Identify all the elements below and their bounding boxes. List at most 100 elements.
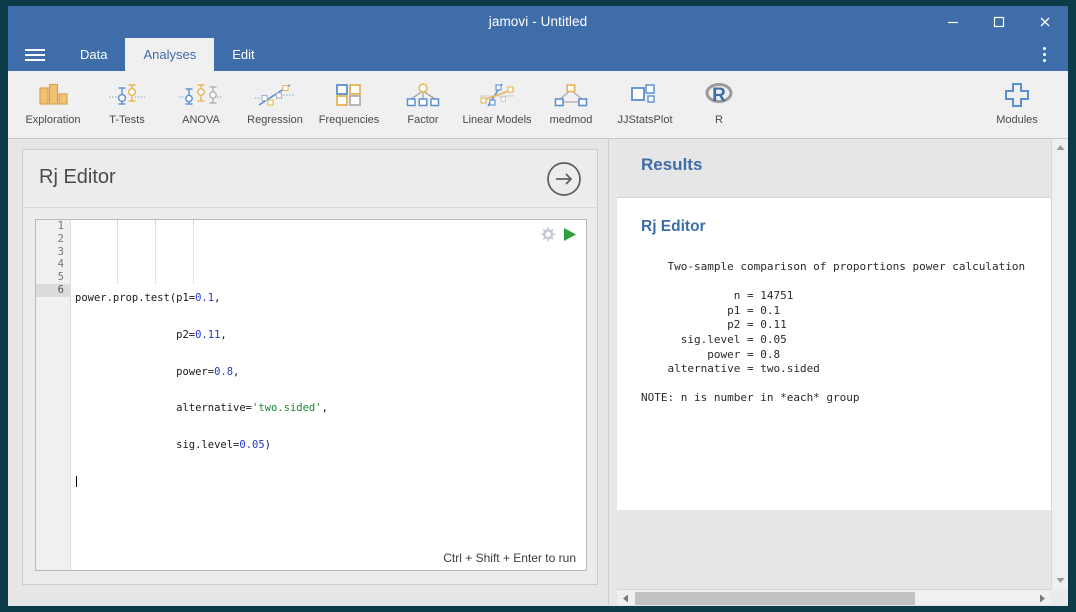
ribbon-label: Modules: [996, 114, 1038, 126]
caret-up-icon: [1056, 145, 1065, 150]
analyses-ribbon: Exploration T-Tests ANOVA Regression Fre…: [8, 71, 1068, 139]
editor-settings-button[interactable]: [539, 226, 556, 248]
tab-analyses[interactable]: Analyses: [125, 38, 215, 71]
regression-icon: [254, 77, 296, 113]
line-number: 2: [57, 232, 64, 245]
tab-data[interactable]: Data: [62, 38, 125, 71]
ribbon-label: medmod: [549, 114, 593, 126]
scrollbar-corner: [1051, 589, 1068, 606]
ribbon-label: Linear Models: [462, 114, 532, 126]
analysis-options-pane: Rj Editor 1 2 3 4 5 6 power.prop.test(p1…: [8, 139, 608, 606]
tab-edit[interactable]: Edit: [214, 38, 272, 71]
ribbon-button-regression[interactable]: Regression: [238, 71, 312, 137]
svg-text:R: R: [712, 85, 726, 106]
results-output-text: Two-sample comparison of proportions pow…: [641, 260, 1026, 405]
code-string: 'two.sided': [252, 402, 322, 415]
results-pane: Results Rj Editor Two-sample comparison …: [617, 139, 1068, 606]
scroll-up-button[interactable]: [1052, 139, 1068, 156]
code-text-pre: power=: [75, 365, 215, 378]
close-button[interactable]: [1022, 6, 1068, 38]
line-number: 1: [57, 220, 64, 232]
minimize-button[interactable]: [930, 6, 976, 38]
kebab-menu-icon: [1042, 47, 1046, 50]
title-bar: jamovi - Untitled: [8, 6, 1068, 38]
bar-chart-icon: [36, 77, 70, 113]
arrow-right-circle-icon: [547, 162, 581, 196]
line-number: 3: [57, 245, 64, 258]
ribbon-label: T-Tests: [109, 114, 145, 126]
results-horizontal-scrollbar[interactable]: [617, 589, 1051, 606]
overflow-menu-button[interactable]: [1030, 38, 1058, 71]
code-number: 0.05: [239, 439, 265, 452]
results-content[interactable]: Rj Editor Two-sample comparison of propo…: [617, 198, 1051, 510]
scroll-left-button[interactable]: [617, 590, 634, 606]
code-text-post: ): [264, 439, 271, 452]
run-code-button[interactable]: [562, 226, 578, 248]
medmod-icon: [553, 77, 589, 113]
play-icon: [564, 228, 576, 241]
ribbon-button-medmod[interactable]: medmod: [534, 71, 608, 137]
results-analysis-title: Rj Editor: [641, 218, 706, 235]
ribbon-label: Exploration: [25, 114, 81, 126]
indent-guide: [193, 220, 195, 284]
tab-strip: Data Analyses Edit: [8, 38, 1068, 71]
scroll-down-button[interactable]: [1052, 572, 1068, 589]
ribbon-button-linear-models[interactable]: Linear Models: [460, 71, 534, 137]
code-line: p2=0.11,: [72, 329, 586, 342]
hamburger-menu-button[interactable]: [8, 38, 62, 71]
code-number: 0.8: [214, 365, 234, 378]
ribbon-label: JJStatsPlot: [617, 114, 673, 126]
rj-editor-panel: Rj Editor 1 2 3 4 5 6 power.prop.test(p1…: [22, 149, 598, 585]
gear-icon: [541, 227, 556, 242]
ribbon-button-frequencies[interactable]: Frequencies: [312, 71, 386, 137]
ribbon-button-anova[interactable]: ANOVA: [164, 71, 238, 137]
factor-icon: [405, 77, 441, 113]
frequencies-icon: [334, 77, 364, 113]
window-controls: [930, 6, 1068, 38]
run-hint-text: Ctrl + Shift + Enter to run: [443, 551, 576, 565]
text-cursor: [76, 475, 77, 487]
code-number: 0.11: [195, 328, 221, 341]
scroll-right-button[interactable]: [1034, 590, 1051, 606]
ribbon-button-jjstatsplot[interactable]: JJStatsPlot: [608, 71, 682, 137]
r-logo-icon: R: [701, 77, 737, 113]
line-number-gutter: 1 2 3 4 5 6: [36, 220, 71, 570]
ribbon-button-r[interactable]: R R: [682, 71, 756, 137]
code-text-pre: power.prop.test(p1=: [75, 292, 196, 304]
jjstatsplot-icon: [629, 77, 661, 113]
linear-models-icon: [476, 77, 518, 113]
close-icon: [1040, 17, 1050, 27]
ribbon-label: Factor: [407, 114, 439, 126]
line-number-current: 6: [36, 283, 70, 297]
jamovi-window: jamovi - Untitled Data Analyses Edit Exp…: [8, 6, 1068, 606]
hamburger-icon: [25, 48, 45, 51]
ribbon-label: Frequencies: [318, 114, 380, 126]
line-number: 5: [57, 271, 64, 284]
ribbon-button-t-tests[interactable]: T-Tests: [90, 71, 164, 137]
results-scroll-area: Results Rj Editor Two-sample comparison …: [617, 139, 1051, 589]
ribbon-button-modules[interactable]: Modules: [980, 71, 1054, 137]
rj-editor-header: Rj Editor: [23, 150, 597, 208]
t-test-icon: [107, 77, 147, 113]
ribbon-button-factor[interactable]: Factor: [386, 71, 460, 137]
code-line: power=0.8,: [72, 366, 586, 379]
plus-icon: [1002, 77, 1032, 113]
horizontal-scroll-thumb[interactable]: [635, 592, 915, 605]
minimize-icon: [948, 21, 958, 24]
ribbon-label: ANOVA: [182, 114, 220, 126]
maximize-button[interactable]: [976, 6, 1022, 38]
caret-down-icon: [1056, 578, 1065, 583]
code-text[interactable]: power.prop.test(p1=0.1, p2=0.11, power=0…: [72, 220, 586, 570]
results-vertical-scrollbar[interactable]: [1051, 139, 1068, 589]
maximize-icon: [993, 16, 1005, 28]
code-text-pre: sig.level=: [75, 439, 240, 452]
window-title: jamovi - Untitled: [488, 14, 588, 29]
window-bottom-edge: [8, 605, 1068, 606]
ribbon-label: R: [715, 114, 723, 126]
code-editor[interactable]: 1 2 3 4 5 6 power.prop.test(p1=0.1, p2=0…: [35, 219, 587, 571]
ribbon-button-exploration[interactable]: Exploration: [16, 71, 90, 137]
code-line: sig.level=0.05): [72, 439, 586, 452]
code-text-pre: alternative=: [75, 402, 253, 415]
code-text-post: ,: [233, 365, 240, 378]
hide-options-button[interactable]: [545, 160, 583, 198]
